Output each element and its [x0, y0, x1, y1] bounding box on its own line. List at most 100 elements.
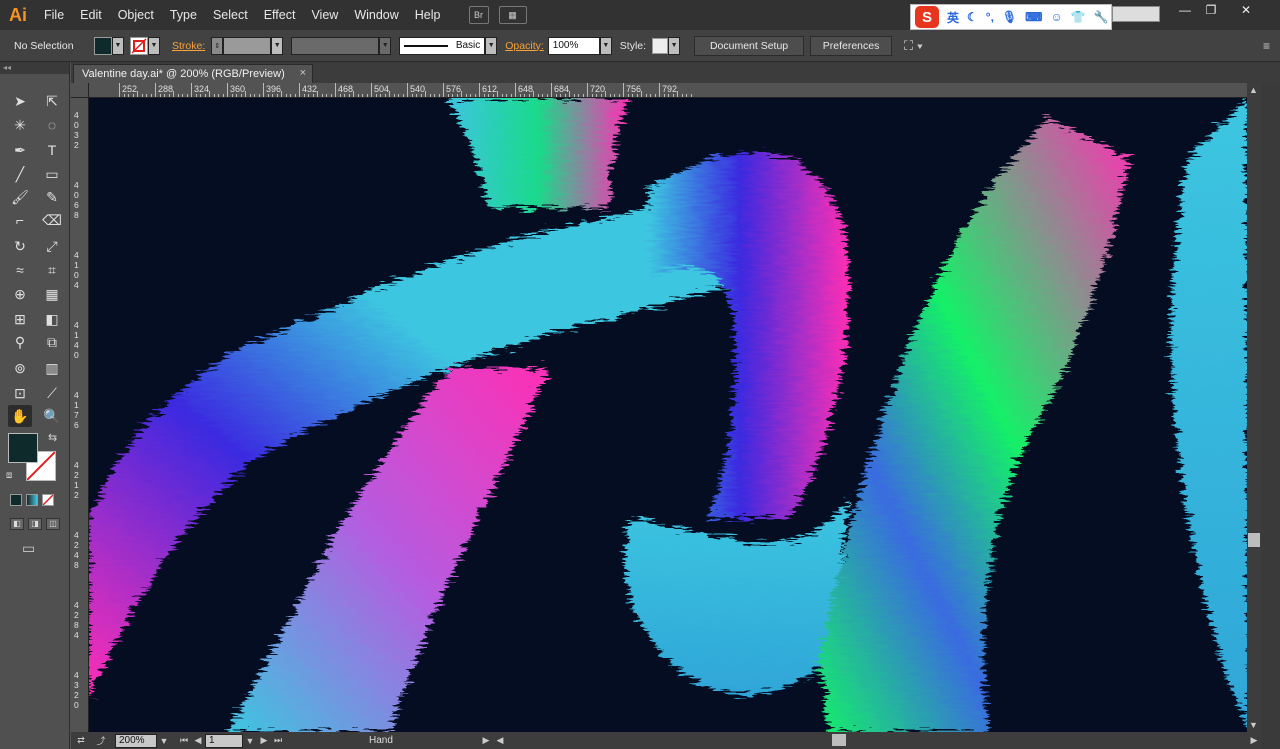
collapsed-panels-dock[interactable]: [1261, 83, 1280, 749]
stroke-weight-field[interactable]: [223, 36, 272, 55]
menu-file[interactable]: File: [36, 0, 72, 30]
scroll-down-icon[interactable]: ▼: [1249, 720, 1258, 730]
draw-behind-icon[interactable]: ◨: [28, 518, 42, 530]
rectangle-tool-icon[interactable]: ▭: [40, 163, 64, 185]
graphic-style-swatch[interactable]: [652, 37, 669, 54]
slice-tool-icon[interactable]: ⟋: [40, 382, 64, 404]
stroke-swatch[interactable]: [130, 36, 148, 55]
variable-width-dropdown[interactable]: ▼: [379, 36, 392, 55]
menu-help[interactable]: Help: [407, 0, 449, 30]
stroke-weight-dropdown[interactable]: ▼: [271, 36, 284, 55]
color-mode-button[interactable]: [10, 494, 22, 506]
gradient-mode-button[interactable]: [26, 494, 38, 506]
opacity-field[interactable]: 100%: [547, 36, 600, 55]
menu-type[interactable]: Type: [162, 0, 205, 30]
search-field[interactable]: [1112, 6, 1160, 22]
column-graph-icon[interactable]: ▥: [40, 357, 64, 379]
pen-tool-icon[interactable]: ✒: [8, 139, 32, 161]
menu-window[interactable]: Window: [346, 0, 406, 30]
eraser-icon[interactable]: ⌫: [40, 209, 64, 231]
wrench-icon[interactable]: 🔧: [1094, 10, 1109, 24]
selection-tool-icon[interactable]: ➤: [8, 90, 32, 112]
artboard-dropdown-icon[interactable]: ▼: [243, 736, 257, 746]
free-transform-icon[interactable]: ⌗: [40, 259, 64, 281]
prev-artboard-icon[interactable]: ◀: [191, 735, 205, 746]
opacity-dropdown[interactable]: ▼: [599, 36, 612, 55]
artboard-number-field[interactable]: 1: [205, 733, 243, 748]
preferences-button[interactable]: Preferences: [810, 35, 893, 56]
status-menu-icon[interactable]: ⇄: [71, 735, 91, 746]
horizontal-scroll-thumb[interactable]: [832, 734, 846, 746]
warp-tool-icon[interactable]: ≈: [8, 259, 32, 281]
vertical-scroll-thumb[interactable]: [1248, 533, 1260, 547]
zoom-tool-icon[interactable]: 🔍: [40, 405, 64, 427]
scroll-up-icon[interactable]: ▲: [1249, 85, 1258, 95]
perspective-grid-icon[interactable]: ▦: [40, 283, 64, 305]
pencil-icon[interactable]: ✎: [40, 186, 64, 208]
ruler-origin[interactable]: [71, 83, 89, 98]
brush-definition-field[interactable]: Basic: [399, 36, 486, 55]
moon-icon[interactable]: ☾: [967, 10, 978, 24]
panel-menu-icon[interactable]: ≡: [1263, 39, 1270, 53]
status-arrow-icon[interactable]: ▶: [479, 735, 493, 746]
menu-select[interactable]: Select: [205, 0, 256, 30]
eyedropper-icon[interactable]: ⚲: [8, 331, 32, 353]
artboard-canvas[interactable]: [89, 98, 1247, 732]
opacity-label[interactable]: Opacity:: [505, 40, 544, 52]
skin-icon[interactable]: 👕: [1071, 10, 1086, 24]
vertical-scrollbar[interactable]: ▲ ▼: [1247, 83, 1261, 732]
blob-brush-icon[interactable]: ⌐: [8, 209, 32, 231]
mesh-tool-icon[interactable]: ⊞: [8, 308, 32, 330]
stroke-weight-stepper[interactable]: ⇕: [211, 36, 224, 55]
screen-mode-icon[interactable]: ▭: [22, 540, 35, 557]
document-setup-button[interactable]: Document Setup: [694, 35, 805, 56]
variable-width-profile[interactable]: [291, 36, 380, 55]
paintbrush-icon[interactable]: 🖌: [8, 186, 32, 208]
scale-tool-icon[interactable]: ⤢: [40, 235, 64, 257]
menu-object[interactable]: Object: [110, 0, 162, 30]
fill-swatch[interactable]: [94, 36, 112, 55]
user-icon[interactable]: ☺: [1050, 10, 1062, 24]
blend-tool-icon[interactable]: ⧉: [40, 331, 64, 353]
default-colors-icon[interactable]: ⧈: [6, 470, 12, 481]
shape-builder-icon[interactable]: ⊕: [8, 283, 32, 305]
fill-dropdown[interactable]: ▼: [112, 36, 124, 55]
graphic-style-dropdown[interactable]: ▼: [668, 36, 681, 55]
punctuation-icon[interactable]: °,: [986, 10, 994, 24]
close-tab-icon[interactable]: ×: [300, 67, 306, 79]
ime-language-toggle[interactable]: 英: [947, 9, 959, 26]
share-icon[interactable]: ⤴: [91, 734, 111, 747]
scroll-left-icon[interactable]: ◀: [493, 735, 507, 746]
keyboard-icon[interactable]: ⌨: [1025, 10, 1042, 24]
lasso-icon[interactable]: ◌: [40, 114, 64, 136]
stroke-label[interactable]: Stroke:: [172, 40, 205, 52]
brush-dropdown[interactable]: ▼: [485, 36, 498, 55]
last-artboard-icon[interactable]: ⏭: [271, 735, 285, 746]
tools-collapse-handle[interactable]: ◂◂: [0, 62, 69, 74]
document-tab[interactable]: Valentine day.ai* @ 200% (RGB/Preview) ×: [73, 64, 313, 83]
magic-wand-icon[interactable]: ✳: [8, 114, 32, 136]
swap-colors-icon[interactable]: ⇆: [48, 431, 57, 444]
scroll-right-icon[interactable]: ▶: [1247, 735, 1261, 746]
horizontal-ruler[interactable]: 252 288 324 360 396 432 468 504 540 576 612 648 684 7…: [89, 83, 1247, 98]
draw-normal-icon[interactable]: ◧: [10, 518, 24, 530]
symbol-sprayer-icon[interactable]: ⊚: [8, 357, 32, 379]
direct-selection-tool-icon[interactable]: ⇱: [40, 90, 64, 112]
zoom-field[interactable]: 200%: [115, 733, 157, 748]
microphone-icon[interactable]: 🎙: [1002, 10, 1017, 24]
close-window-button[interactable]: ✕: [1230, 0, 1262, 20]
restore-button[interactable]: ❐: [1196, 0, 1226, 20]
stroke-dropdown[interactable]: ▼: [148, 36, 160, 55]
rotate-tool-icon[interactable]: ↻: [8, 235, 32, 257]
vertical-ruler[interactable]: 4032 4068 4104 4140 4176 4212 4248 4284 4320: [71, 98, 89, 732]
none-mode-button[interactable]: [42, 494, 54, 506]
type-tool-icon[interactable]: T: [40, 139, 64, 161]
arrange-documents-button[interactable]: ▦: [498, 6, 527, 24]
menu-edit[interactable]: Edit: [72, 0, 110, 30]
menu-view[interactable]: View: [303, 0, 346, 30]
gradient-tool-icon[interactable]: ◧: [40, 308, 64, 330]
menu-effect[interactable]: Effect: [256, 0, 304, 30]
artboard-tool-icon[interactable]: ⊡: [8, 382, 32, 404]
draw-inside-icon[interactable]: ◫: [46, 518, 60, 530]
line-tool-icon[interactable]: ╱: [8, 163, 32, 185]
